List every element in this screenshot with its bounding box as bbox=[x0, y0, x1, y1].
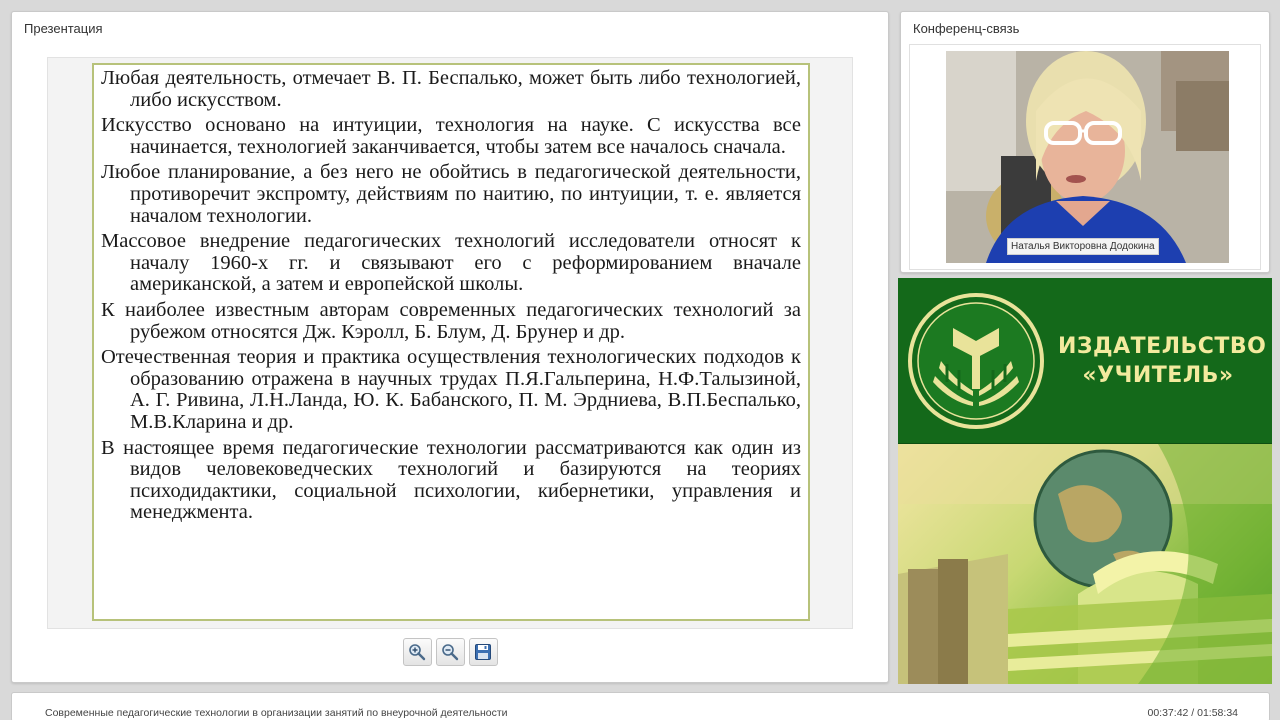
banner-image bbox=[898, 444, 1272, 684]
participant-name-caption: Наталья Викторовна Додокина bbox=[1007, 238, 1159, 255]
publisher-name-line-2: «УЧИТЕЛЬ» bbox=[1082, 363, 1234, 388]
slide-paragraph: Отечественная теория и практика осуществ… bbox=[101, 346, 801, 433]
status-bar: Современные педагогические технологии в … bbox=[11, 692, 1270, 720]
banner-header: ИЗДАТЕЛЬСТВО «УЧИТЕЛЬ» bbox=[898, 278, 1272, 444]
publisher-name-line-1: ИЗДАТЕЛЬСТВО bbox=[1058, 334, 1267, 359]
conference-panel: Конференц-связь Наталья Викторовна Додок… bbox=[900, 11, 1270, 273]
presentation-panel-title: Презентация bbox=[24, 21, 103, 36]
floppy-save-icon bbox=[474, 643, 492, 661]
books-globe-illustration bbox=[898, 444, 1272, 684]
slide-paragraph: Массовое внедрение педагогических технол… bbox=[101, 230, 801, 296]
slide-paragraph: Любое планирование, а без него не обойти… bbox=[101, 161, 801, 227]
conference-panel-title: Конференц-связь bbox=[913, 21, 1020, 36]
publisher-banner[interactable]: ИЗДАТЕЛЬСТВО «УЧИТЕЛЬ» bbox=[898, 278, 1272, 684]
slide-viewport[interactable]: Любая деятельность, отмечает В. П. Беспа… bbox=[47, 57, 853, 629]
save-button[interactable] bbox=[468, 638, 498, 666]
slide-paragraph: Искусство основано на интуиции, технолог… bbox=[101, 114, 801, 158]
slide-paragraph: В настоящее время педагогические техноло… bbox=[101, 436, 801, 524]
slide-toolbar bbox=[12, 638, 888, 666]
zoom-out-button[interactable] bbox=[435, 638, 465, 666]
slide-paragraph: К наиболее известным авторам современных… bbox=[101, 298, 801, 343]
zoom-out-icon bbox=[441, 643, 459, 661]
video-scene bbox=[946, 51, 1229, 263]
slide: Любая деятельность, отмечает В. П. Беспа… bbox=[92, 63, 810, 621]
presentation-panel: Презентация Любая деятельность, отмечает… bbox=[11, 11, 889, 683]
slide-paragraph: Любая деятельность, отмечает В. П. Беспа… bbox=[101, 67, 801, 111]
publisher-name: ИЗДАТЕЛЬСТВО «УЧИТЕЛЬ» bbox=[1058, 332, 1267, 390]
playback-time: 00:37:42 / 01:58:34 bbox=[1147, 707, 1239, 719]
zoom-in-icon bbox=[408, 643, 426, 661]
video-frame: Наталья Викторовна Додокина bbox=[909, 44, 1261, 270]
zoom-in-button[interactable] bbox=[402, 638, 432, 666]
course-title: Современные педагогические технологии в … bbox=[45, 707, 508, 719]
participant-video[interactable]: Наталья Викторовна Додокина bbox=[946, 51, 1229, 263]
